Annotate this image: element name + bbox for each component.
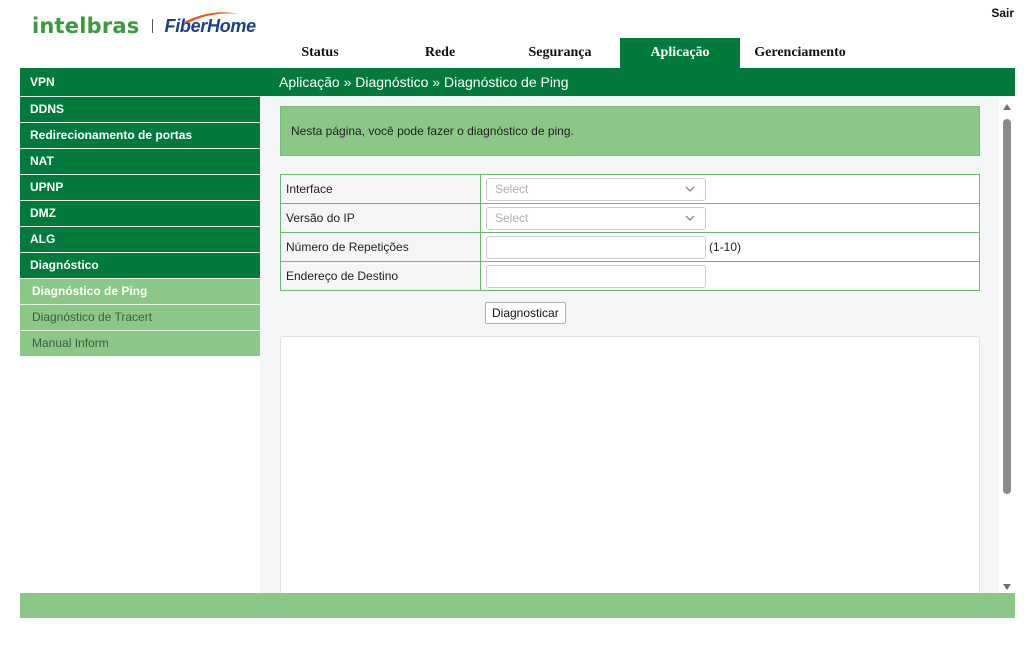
logout-link[interactable]: Sair xyxy=(991,6,1014,20)
logo-divider xyxy=(151,19,153,33)
fiberhome-swoosh-icon xyxy=(184,12,240,23)
sidebar-item-dmz[interactable]: DMZ xyxy=(20,200,260,226)
interface-label: Interface xyxy=(281,175,481,203)
sidebar-item-upnp[interactable]: UPNP xyxy=(20,174,260,200)
form-row-ip-version: Versão do IP Select xyxy=(281,204,979,233)
arrow-up-icon[interactable] xyxy=(1003,104,1011,110)
destination-label: Endereço de Destino xyxy=(281,262,481,290)
main-content: Nesta página, você pode fazer o diagnóst… xyxy=(260,96,999,593)
scroll-thumb[interactable] xyxy=(1003,119,1011,494)
sidebar: DDNS Redirecionamento de portas NAT UPNP… xyxy=(20,96,260,356)
sidebar-item-alg[interactable]: ALG xyxy=(20,226,260,252)
tab-aplicacao[interactable]: Aplicação xyxy=(620,38,740,68)
sidebar-subitem-ping[interactable]: Diagnóstico de Ping xyxy=(20,278,260,304)
repetitions-label: Número de Repetições xyxy=(281,233,481,261)
ip-version-select[interactable]: Select xyxy=(486,206,706,230)
sidebar-item-diagnostico[interactable]: Diagnóstico xyxy=(20,252,260,278)
ip-version-label: Versão do IP xyxy=(281,204,481,232)
logo-intelbras: intelbras xyxy=(32,14,140,38)
ip-version-select-value: Select xyxy=(495,211,529,225)
interface-select[interactable]: Select xyxy=(486,177,706,201)
destination-field xyxy=(481,262,979,290)
top-nav: Status Rede Segurança Aplicação Gerencia… xyxy=(260,38,860,68)
info-message: Nesta página, você pode fazer o diagnóst… xyxy=(280,106,980,156)
arrow-down-icon[interactable] xyxy=(1003,584,1011,590)
repetitions-field: (1-10) xyxy=(481,233,979,261)
chevron-down-icon xyxy=(685,186,695,192)
sidebar-item-port-forwarding[interactable]: Redirecionamento de portas xyxy=(20,122,260,148)
form-row-destination: Endereço de Destino xyxy=(281,262,979,291)
interface-field: Select xyxy=(481,175,979,203)
breadcrumb: Aplicação » Diagnóstico » Diagnóstico de… xyxy=(260,68,1015,96)
interface-select-value: Select xyxy=(495,182,529,196)
form-row-interface: Interface Select xyxy=(281,175,979,204)
diagnose-button[interactable]: Diagnosticar xyxy=(485,302,566,324)
ping-form: Interface Select Versão do IP Select Núm… xyxy=(280,174,980,291)
chevron-down-icon xyxy=(685,215,695,221)
sidebar-subitem-manual-inform[interactable]: Manual Inform xyxy=(20,330,260,356)
repetitions-input[interactable] xyxy=(486,235,706,259)
content-scrollbar[interactable] xyxy=(999,96,1015,593)
repetitions-hint: (1-10) xyxy=(709,240,742,254)
form-row-repetitions: Número de Repetições (1-10) xyxy=(281,233,979,262)
sidebar-item-nat[interactable]: NAT xyxy=(20,148,260,174)
tab-rede[interactable]: Rede xyxy=(380,38,500,68)
tab-status[interactable]: Status xyxy=(260,38,380,68)
footer-bar xyxy=(20,593,1015,618)
tab-seguranca[interactable]: Segurança xyxy=(500,38,620,68)
sidebar-subitem-tracert[interactable]: Diagnóstico de Tracert xyxy=(20,304,260,330)
tab-gerenciamento[interactable]: Gerenciamento xyxy=(740,38,860,68)
sidebar-item-ddns[interactable]: DDNS xyxy=(20,96,260,122)
sidebar-item-vpn[interactable]: VPN xyxy=(20,68,260,96)
destination-input[interactable] xyxy=(486,264,706,288)
brand-logo: intelbras FiberHome xyxy=(32,10,256,42)
ip-version-field: Select xyxy=(481,204,979,232)
result-output xyxy=(280,336,980,593)
